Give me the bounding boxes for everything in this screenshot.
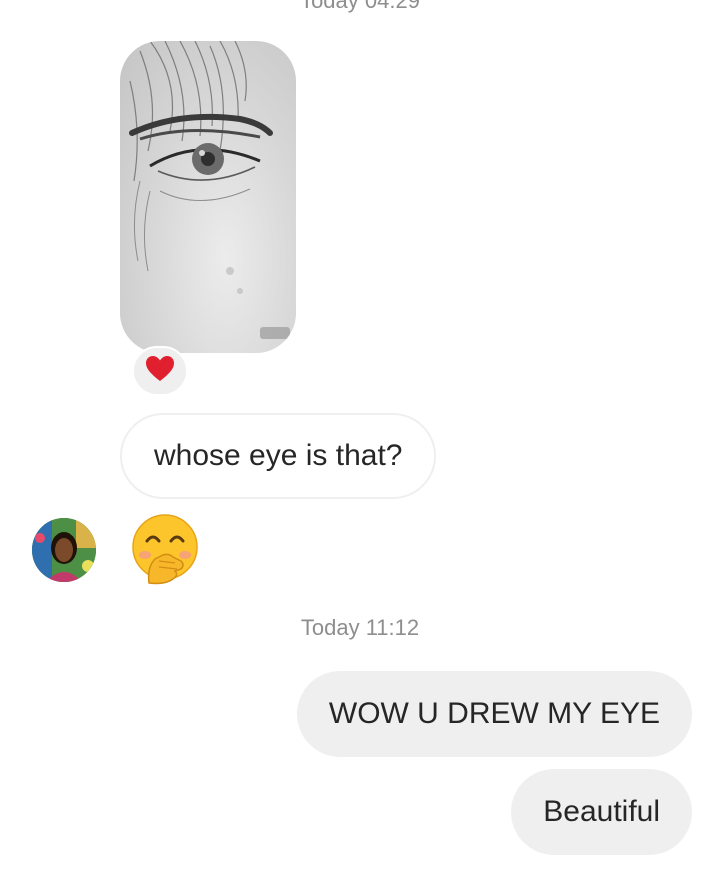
avatar[interactable] bbox=[32, 518, 96, 582]
heart-reaction[interactable] bbox=[132, 346, 188, 396]
heart-icon bbox=[145, 355, 175, 388]
outgoing-message-text: Beautiful bbox=[543, 795, 660, 828]
outgoing-message[interactable]: Beautiful bbox=[511, 769, 692, 855]
incoming-message[interactable]: whose eye is that? bbox=[120, 413, 437, 499]
incoming-message-text: whose eye is that? bbox=[154, 439, 403, 472]
sketch-photo[interactable] bbox=[120, 41, 296, 353]
timestamp-mid: Today 11:12 bbox=[300, 615, 420, 640]
outgoing-message[interactable]: WOW U DREW MY EYE bbox=[296, 671, 692, 757]
outgoing-message-text: WOW U DREW MY EYE bbox=[328, 697, 660, 730]
timestamp-top: Today 04:29 bbox=[300, 0, 420, 13]
emoji-message[interactable] bbox=[129, 513, 201, 585]
face-with-hand-over-mouth-icon bbox=[129, 514, 201, 589]
